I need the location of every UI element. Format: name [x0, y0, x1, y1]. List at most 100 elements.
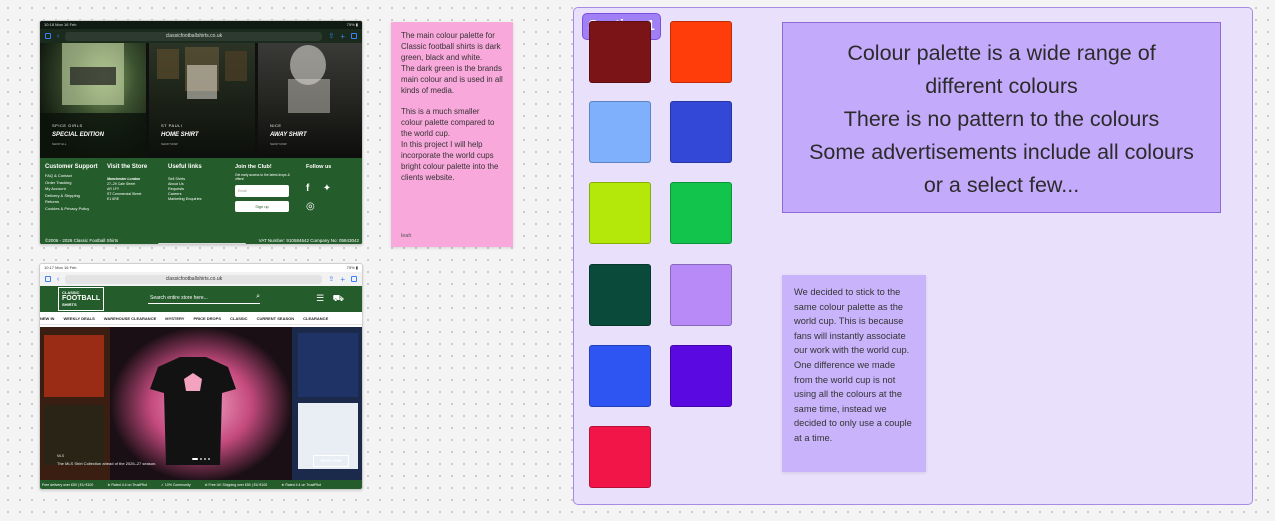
share-icon[interactable]: ⇪ [328, 32, 334, 40]
search-placeholder: Search entire store here... [150, 295, 208, 301]
join-text: Get early access to the latest drops & o… [235, 173, 290, 182]
footer-customer-support: Customer Support FAQ & Contact Order Tra… [45, 164, 100, 212]
card-sub: SHOP ALL [52, 142, 67, 146]
sticky-note-pink[interactable]: The main colour palette for Classic foot… [391, 22, 513, 247]
nav-item[interactable]: CLASSIC [230, 316, 256, 321]
colour-swatch[interactable] [670, 264, 732, 326]
colour-swatch[interactable] [589, 21, 651, 83]
footer-heading: Follow us [306, 164, 332, 170]
footer-link[interactable]: Cookies & Privacy Policy [45, 206, 100, 213]
colour-swatch[interactable] [670, 101, 732, 163]
back-icon[interactable]: ‹ [57, 276, 59, 283]
back-icon[interactable]: ‹ [57, 33, 59, 40]
search-icon[interactable]: ⌕ [256, 293, 260, 301]
card-kicker: SPICE GIRLS [52, 123, 83, 128]
new-tab-icon[interactable]: + [340, 275, 345, 284]
footer-useful-links: Useful links Sell Shirts About Us Reques… [168, 164, 228, 202]
colour-swatch[interactable] [589, 101, 651, 163]
sidebar-icon[interactable] [45, 33, 51, 39]
status-bar: 10:17 Mon 16 Feb 75% ▮ [40, 264, 362, 272]
card-away-shirt[interactable]: NICE AWAY SHIRT SHOP NOW [258, 43, 362, 158]
sidebar-icon[interactable] [45, 276, 51, 282]
site-header: CLASSIC FOOTBALL SHIRTS Search entire st… [40, 286, 362, 312]
shirt-photo-3 [288, 45, 330, 113]
carousel-dots[interactable] [192, 458, 210, 460]
card-sub: SHOP NOW [270, 142, 287, 146]
shirt-photo-1 [40, 43, 146, 158]
nav-item[interactable]: WAREHOUSE CLEARANCE [104, 316, 164, 321]
status-time: 10:18 Mon 16 Feb [44, 22, 77, 27]
footer-links: Sell Shirts About Us Requests Careers Ma… [168, 177, 228, 202]
status-time: 10:17 Mon 16 Feb [44, 265, 77, 270]
site-logo[interactable]: CLASSIC FOOTBALL SHIRTS [58, 287, 105, 311]
footer-links: FAQ & Contact Order Tracking My Account … [45, 173, 100, 212]
nav-item[interactable]: MYSTERY [165, 316, 192, 321]
card-title: SPECIAL EDITION [52, 132, 104, 138]
twitter-icon[interactable]: ✦ [323, 183, 331, 194]
search-input[interactable]: Search entire store here... ⌕ [148, 292, 260, 304]
status-battery: 75% ▮ [346, 22, 358, 27]
promo-ticker: Free delivery over £50 | EU €100 ★ Rated… [40, 480, 362, 489]
browser-toolbar: ‹ classicfootballshirts.co.uk ⇪ + [40, 29, 362, 43]
email-input[interactable]: Email [235, 184, 289, 197]
hero-kicker: MLS [57, 454, 65, 458]
card-special-edition[interactable]: SPICE GIRLS SPECIAL EDITION SHOP ALL [40, 43, 146, 158]
sign-up-button[interactable]: Sign up [235, 200, 289, 212]
hero-banner[interactable]: MLS The MLS Shirt Collection ahead of th… [40, 327, 362, 482]
footer-heading: Join the Club! [235, 164, 272, 170]
sticky-note-purple[interactable]: We decided to stick to the same colour p… [782, 275, 926, 472]
browser-toolbar: ‹ classicfootballshirts.co.uk ⇪ + [40, 272, 362, 286]
homepage-screenshot[interactable]: 10:17 Mon 16 Feb 75% ▮ ‹ classicfootball… [39, 263, 363, 490]
nav-item[interactable]: CURRENT SEASON [257, 316, 303, 321]
colour-swatch[interactable] [670, 21, 732, 83]
address-bar[interactable]: classicfootballshirts.co.uk [65, 274, 323, 284]
tabs-icon[interactable] [351, 276, 357, 282]
card-sub: SHOP NOW [161, 142, 178, 146]
nav-item[interactable]: NEW IN [40, 316, 62, 321]
footer-visit-store: Visit the Store Manchester London 27–29 … [107, 164, 162, 202]
colour-swatch[interactable] [589, 426, 651, 488]
address-bar[interactable]: classicfootballshirts.co.uk [65, 31, 323, 41]
card-kicker: ST PAULI [161, 123, 183, 128]
colour-swatch[interactable] [670, 182, 732, 244]
text-box-palette[interactable]: Colour palette is a wide range of differ… [782, 22, 1221, 213]
ticker-item: ⊘ Free UK Shipping over £50 | EU €100 [204, 482, 268, 487]
sticky-note-text: We decided to stick to the same colour p… [794, 287, 912, 443]
shop-now-button[interactable]: SHOP NOW [313, 455, 349, 467]
footer-link[interactable]: Marketing Enquiries [168, 197, 228, 202]
store-address: Manchester London 27–29 Cale Street AR 1… [107, 177, 162, 202]
menu-icon[interactable]: ☰ [316, 293, 324, 303]
nav-item[interactable]: CLEARANCE [303, 316, 336, 321]
palette-description: Colour palette is a wide range of differ… [809, 41, 1194, 198]
card-title: AWAY SHIRT [270, 132, 307, 138]
ticker-item: ★ Rated 4.4 on TrustPilot [107, 482, 148, 487]
status-battery: 75% ▮ [346, 265, 358, 270]
sticky-note-text: The main colour palette for Classic foot… [401, 31, 503, 182]
footer-heading: Customer Support [45, 164, 98, 170]
colour-swatch[interactable] [670, 345, 732, 407]
nav-item[interactable]: WEEKLY DEALS [63, 316, 102, 321]
facebook-icon[interactable]: f [306, 183, 309, 194]
main-nav: NEW IN WEEKLY DEALS WAREHOUSE CLEARANCE … [40, 312, 362, 325]
instagram-icon[interactable]: ◎ [306, 201, 315, 212]
ticker-item: ✓ 10% Community [161, 482, 191, 487]
colour-swatch[interactable] [589, 182, 651, 244]
vat-info: VAT Number: 910584642 Company No: 058430… [258, 238, 359, 243]
nav-item[interactable]: PRICE DROPS [193, 316, 229, 321]
status-bar: 10:18 Mon 16 Feb 75% ▮ [40, 21, 362, 29]
footer-follow-us: Follow us f ✦ ◎ [306, 164, 362, 214]
card-home-shirt[interactable]: ST PAULI HOME SHIRT SHOP NOW [149, 43, 255, 158]
footer-screenshot[interactable]: 10:18 Mon 16 Feb 75% ▮ ‹ classicfootball… [39, 20, 363, 245]
footer-join-club: Join the Club! Get early access to the l… [235, 164, 297, 212]
home-indicator [158, 243, 246, 244]
share-icon[interactable]: ⇪ [328, 275, 334, 283]
logo-line: SHIRTS [62, 302, 77, 307]
card-title: HOME SHIRT [161, 132, 199, 138]
colour-swatch[interactable] [589, 345, 651, 407]
colour-swatch[interactable] [589, 264, 651, 326]
cart-icon[interactable]: ⛟ [333, 293, 344, 303]
tabs-icon[interactable] [351, 33, 357, 39]
site-footer: Customer Support FAQ & Contact Order Tra… [40, 158, 362, 244]
new-tab-icon[interactable]: + [340, 32, 345, 41]
copyright: ©2006 - 2026 Classic Football Shirts [45, 238, 119, 243]
